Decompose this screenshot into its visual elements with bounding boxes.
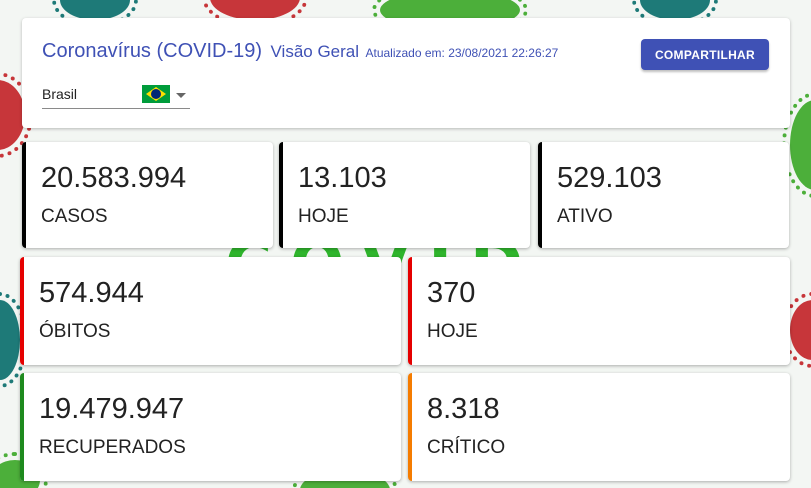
stat-label-cases: CASOS <box>41 206 108 227</box>
stat-color-bar <box>20 373 24 481</box>
stat-color-bar <box>22 142 26 248</box>
share-button[interactable]: COMPARTILHAR <box>640 39 769 70</box>
stat-value-today-cases: 13.103 <box>298 162 387 194</box>
stat-card-today-deaths: 370 HOJE <box>408 257 790 365</box>
stat-color-bar <box>408 373 412 481</box>
stat-label-active: ATIVO <box>557 206 613 227</box>
stat-value-today-deaths: 370 <box>427 277 476 309</box>
stat-color-bar <box>20 257 24 365</box>
brazil-flag-icon <box>142 85 170 103</box>
updated-timestamp: Atualizado em: 23/08/2021 22:26:27 <box>365 46 559 60</box>
page-subtitle: Visão Geral <box>270 42 360 61</box>
stat-card-recovered: 19.479.947 RECUPERADOS <box>20 373 401 481</box>
stat-card-critical: 8.318 CRÍTICO <box>408 373 790 481</box>
stat-value-recovered: 19.479.947 <box>39 393 185 425</box>
country-select-value: Brasil <box>42 86 78 102</box>
stat-value-critical: 8.318 <box>427 393 500 425</box>
stat-color-bar <box>279 142 283 248</box>
stat-card-cases: 20.583.994 CASOS <box>22 142 273 248</box>
stat-value-deaths: 574.944 <box>39 277 144 309</box>
country-select[interactable]: Brasil <box>42 84 190 109</box>
stat-card-deaths: 574.944 ÓBITOS <box>20 257 401 365</box>
stat-label-critical: CRÍTICO <box>427 437 506 458</box>
stat-label-recovered: RECUPERADOS <box>39 437 186 458</box>
overview-header-card: Coronavírus (COVID-19) Visão Geral Atual… <box>22 18 790 128</box>
stat-value-active: 529.103 <box>557 162 662 194</box>
stat-card-today-cases: 13.103 HOJE <box>279 142 530 248</box>
page-title-main: Coronavírus (COVID-19) <box>42 40 263 62</box>
stat-color-bar <box>408 257 412 365</box>
stat-label-today-deaths: HOJE <box>427 321 478 342</box>
page-title: Coronavírus (COVID-19) Visão Geral Atual… <box>42 40 558 63</box>
stat-color-bar <box>538 142 542 248</box>
stat-label-today-cases: HOJE <box>298 206 349 227</box>
stat-label-deaths: ÓBITOS <box>39 321 111 342</box>
stat-value-cases: 20.583.994 <box>41 162 187 194</box>
chevron-down-icon[interactable] <box>176 93 186 98</box>
stat-card-active: 529.103 ATIVO <box>538 142 789 248</box>
